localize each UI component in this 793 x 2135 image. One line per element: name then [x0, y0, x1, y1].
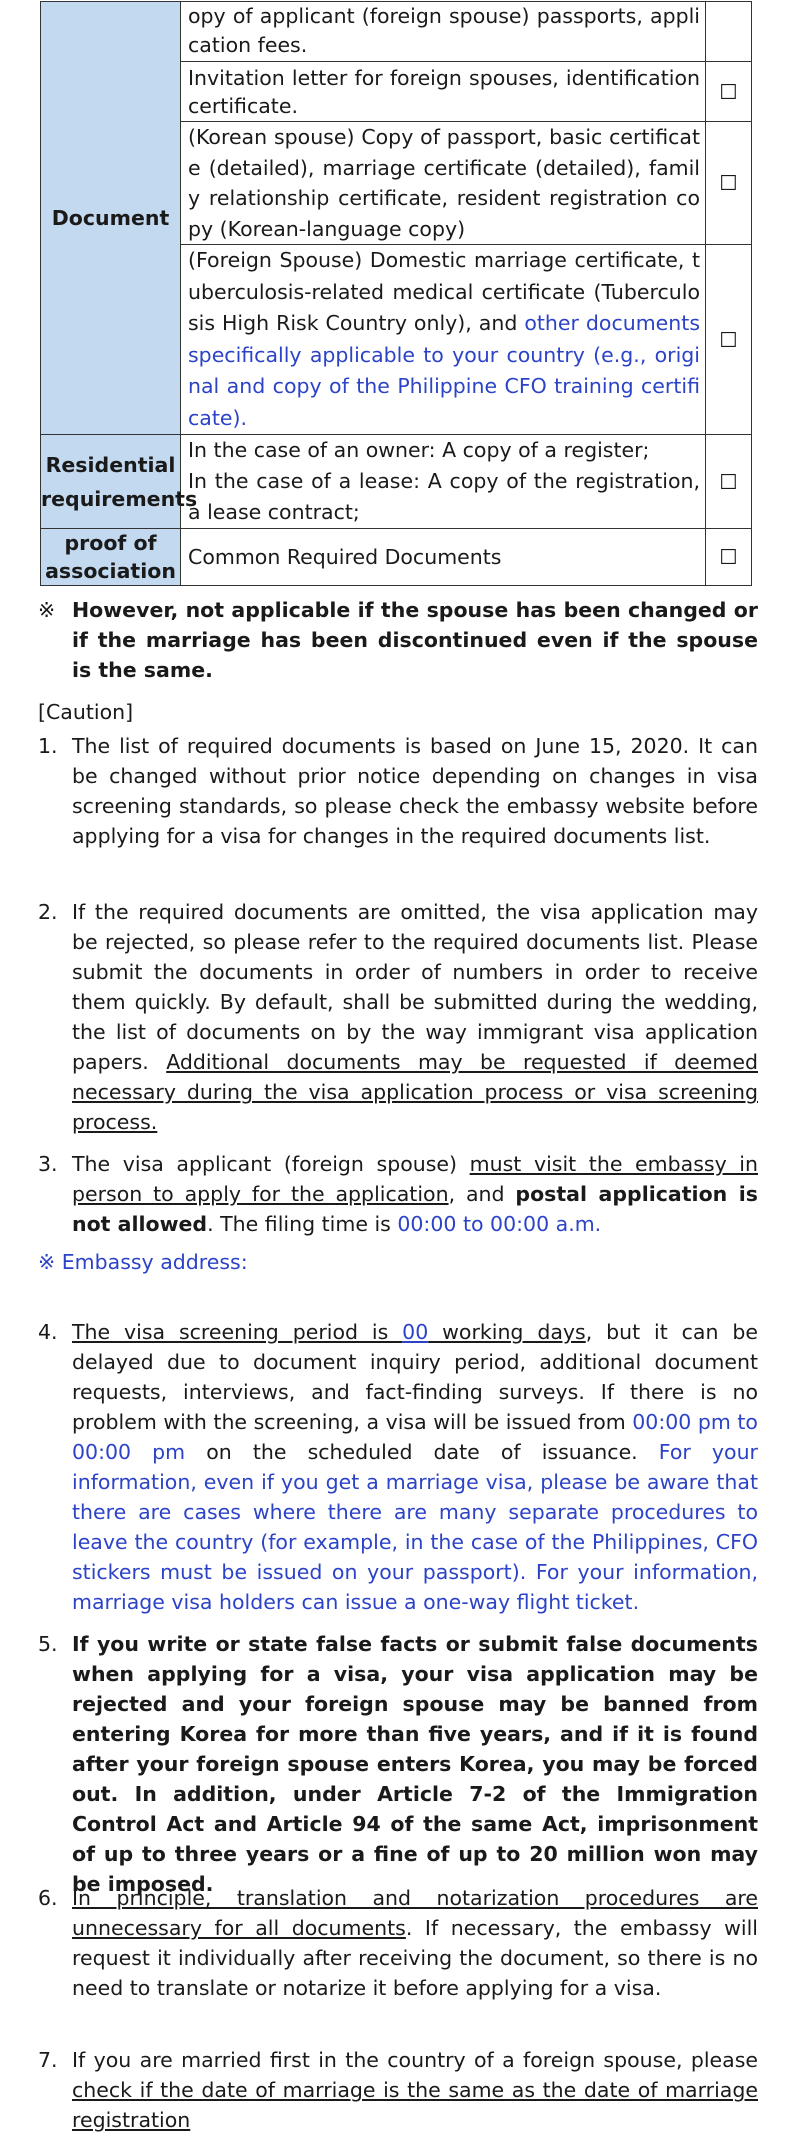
item-text: The visa applicant (foreign spouse) must… — [38, 1149, 758, 1239]
category-association: proof of association — [40, 528, 181, 586]
text-run: Common Required Documents — [188, 545, 502, 569]
item-number: 2. — [38, 900, 58, 924]
text-run: opy of applicant (foreign spouse) passpo… — [188, 4, 700, 57]
item-text: If you write or state false facts or sub… — [38, 1629, 758, 1899]
text-run: For your information, even if you get a … — [72, 1440, 758, 1614]
list-item: 7. If you are married first in the countr… — [38, 2045, 758, 2135]
text-run: . The filing time is — [207, 1212, 398, 1236]
document-page: Document opy of applicant (foreign spous… — [0, 0, 793, 2132]
checkbox-cell[interactable]: ☐ — [705, 244, 752, 435]
list-item: 5. If you write or state false facts or s… — [38, 1629, 758, 1899]
checkbox-cell[interactable]: ☐ — [705, 61, 752, 122]
text-run: (Korean spouse) Copy of passport, basic … — [188, 125, 700, 241]
item-number: 4. — [38, 1320, 58, 1344]
text-run: If the required documents are omitted, t… — [72, 900, 758, 1074]
category-residential: Residential requirements — [40, 434, 197, 529]
text-run: The list of required documents is based … — [72, 734, 758, 848]
list-item: 3. The visa applicant (foreign spouse) mu… — [38, 1149, 758, 1239]
item-number: 6. — [38, 1886, 58, 1910]
text-run: The visa screening period is — [72, 1320, 403, 1344]
item-text: If the required documents are omitted, t… — [38, 897, 758, 1137]
notice: ※ However, not applicable if the spouse … — [38, 595, 758, 685]
checkbox-cell[interactable] — [705, 1, 752, 62]
item-text: In principle, translation and notarizati… — [38, 1883, 758, 2003]
row-desc: In the case of an owner: A copy of a reg… — [180, 434, 706, 529]
text-run: If you write or state false facts or sub… — [72, 1632, 758, 1896]
text-run: If you are married first in the country … — [72, 2048, 758, 2072]
text-run: Invitation letter for foreign spouses, i… — [188, 65, 700, 118]
item-text: If you are married first in the country … — [38, 2045, 758, 2135]
text-run: check if the date of marriage is the sam… — [72, 2078, 758, 2132]
row-desc: Common Required Documents — [180, 528, 706, 586]
row-desc: (Korean spouse) Copy of passport, basic … — [180, 121, 706, 245]
reference-mark: ※ — [38, 598, 56, 622]
item-number: 1. — [38, 734, 58, 758]
row-desc: (Foreign Spouse) Domestic marriage certi… — [180, 244, 706, 435]
text-run: In the case of a lease: A copy of the re… — [188, 469, 700, 524]
text-run: , and — [448, 1182, 516, 1206]
embassy-address: ※ Embassy address: — [38, 1250, 248, 1274]
text-run: working days — [428, 1320, 586, 1344]
item-number: 3. — [38, 1152, 58, 1176]
text-run: In the case of an owner: A copy of a reg… — [188, 438, 650, 462]
text-run: Additional documents may be requested if… — [72, 1050, 758, 1134]
row-desc: Invitation letter for foreign spouses, i… — [180, 61, 706, 122]
row-desc: opy of applicant (foreign spouse) passpo… — [180, 1, 706, 62]
text-run: 00 — [402, 1320, 429, 1344]
list-item: 2. If the required documents are omitted,… — [38, 897, 758, 1137]
caution-title: [Caution] — [38, 700, 134, 724]
text-run: The visa applicant (foreign spouse) — [72, 1152, 470, 1176]
table-row: Document opy of applicant (foreign spous… — [40, 1, 752, 435]
table-row: proof of association Common Required Doc… — [40, 528, 752, 586]
item-text: The visa screening period is 00 working … — [38, 1317, 758, 1617]
checkbox-cell[interactable]: ☐ — [705, 121, 752, 245]
item-number: 5. — [38, 1632, 58, 1656]
item-text: The list of required documents is based … — [38, 731, 758, 851]
list-item: 1. The list of required documents is base… — [38, 731, 758, 851]
text-run: 00:00 to 00:00 a.m. — [397, 1212, 602, 1236]
checkbox-cell[interactable]: ☐ — [705, 434, 752, 529]
list-item: 4. The visa screening period is 00 workin… — [38, 1317, 758, 1617]
item-number: 7. — [38, 2048, 58, 2072]
list-item: 6. In principle, translation and notariza… — [38, 1883, 758, 2003]
text-run: on the scheduled date of issuance. — [185, 1440, 659, 1464]
category-document: Document — [40, 1, 181, 435]
required-documents-table: Document opy of applicant (foreign spous… — [40, 1, 752, 586]
checkbox-cell[interactable]: ☐ — [705, 528, 752, 586]
table-row: Residential requirements In the case of … — [40, 434, 752, 529]
notice-text: However, not applicable if the spouse ha… — [72, 598, 758, 682]
